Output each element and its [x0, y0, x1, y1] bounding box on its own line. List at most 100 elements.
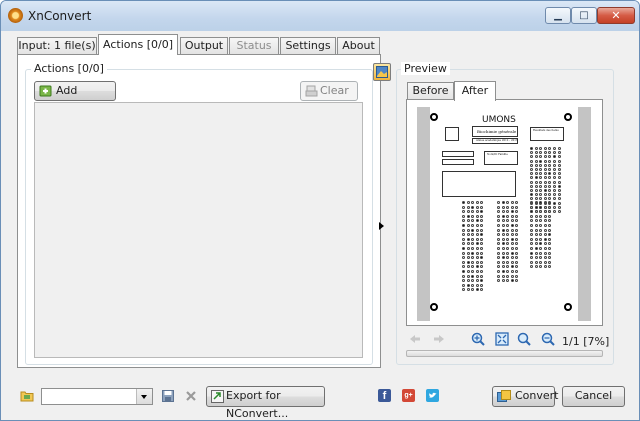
document-bubble	[548, 172, 552, 176]
document-bubble-row	[497, 201, 519, 204]
document-bubble	[539, 242, 543, 246]
document-bubble	[510, 242, 514, 246]
document-bubble	[552, 159, 556, 163]
document-bubble-row	[497, 237, 519, 241]
zoom-in-icon[interactable]	[471, 332, 485, 346]
document-bubble	[548, 159, 552, 163]
document-bubble	[471, 214, 475, 218]
document-bubble-row	[530, 147, 561, 150]
preview-scrollbar[interactable]	[406, 350, 603, 357]
document-bubble	[543, 180, 547, 184]
minimize-button[interactable]: ▁	[545, 7, 571, 24]
document-bubble	[480, 228, 484, 232]
cancel-button[interactable]: Cancel	[562, 386, 625, 407]
document-bubble	[466, 228, 470, 232]
tab-actions[interactable]: Actions [0/0]	[98, 34, 178, 55]
document-bubble	[539, 184, 543, 188]
document-bubble	[501, 219, 505, 223]
document-bubble	[515, 247, 519, 250]
document-bubble	[557, 176, 561, 180]
document-bubble	[462, 242, 465, 246]
document-bubble	[534, 224, 538, 227]
document-checkbox-block	[445, 127, 459, 141]
document-bubble	[534, 159, 538, 163]
document-bubble	[510, 228, 514, 232]
add-action-button[interactable]: Add action>	[34, 81, 116, 115]
document-bubble-row	[462, 219, 484, 223]
document-bubble	[501, 228, 505, 232]
google-plus-icon[interactable]: g+	[402, 389, 415, 402]
twitter-icon[interactable]	[426, 389, 439, 402]
document-bubble	[534, 176, 538, 180]
document-bubble	[471, 201, 475, 204]
document-bubble	[475, 288, 479, 292]
document-bubble	[530, 159, 533, 163]
document-bubble	[515, 260, 519, 264]
chevron-down-icon[interactable]	[136, 389, 152, 404]
document-bubble	[530, 189, 533, 192]
back-arrow-icon[interactable]	[409, 334, 421, 344]
save-preset-icon[interactable]	[162, 390, 174, 402]
document-bubble	[471, 279, 475, 283]
tab-output[interactable]: Output	[180, 37, 228, 54]
export-nconvert-button[interactable]: Export for NConvert...	[206, 386, 325, 420]
preview-toggle-button[interactable]	[373, 63, 391, 81]
document-bubble	[548, 180, 552, 184]
close-button[interactable]: ✕	[597, 7, 635, 24]
document-bubble	[462, 237, 465, 241]
document-bubble	[475, 251, 479, 255]
actions-list[interactable]	[34, 102, 363, 358]
document-bubble	[462, 270, 465, 273]
document-bubble	[530, 224, 533, 227]
document-bubble	[462, 256, 465, 260]
maximize-button[interactable]: □	[571, 7, 597, 24]
document-version-box: Résultats des items	[530, 127, 564, 141]
open-folder-icon[interactable]	[20, 389, 35, 403]
convert-button[interactable]: Convert	[492, 386, 559, 407]
forward-arrow-icon[interactable]	[433, 334, 445, 344]
document-bubble	[552, 189, 556, 192]
document-bubble	[475, 270, 479, 273]
clear-all-button[interactable]: Clear all	[300, 81, 358, 115]
actions-group-title: Actions [0/0]	[31, 62, 107, 75]
document-bubble	[497, 224, 500, 227]
tab-input[interactable]: Input: 1 file(s)	[17, 37, 97, 54]
document-bubble	[552, 155, 556, 159]
title-bar[interactable]: XnConvert ▁ □ ✕	[1, 1, 639, 31]
facebook-icon[interactable]: f	[378, 389, 391, 402]
document-bubble	[557, 201, 561, 205]
zoom-out-icon[interactable]	[541, 332, 555, 346]
document-bubble	[462, 288, 465, 292]
document-bubble	[471, 210, 475, 214]
zoom-icon[interactable]	[517, 332, 531, 346]
document-bubble-row	[530, 193, 561, 197]
document-bubble	[552, 197, 556, 201]
document-bubble	[480, 256, 484, 260]
document-bubble	[534, 184, 538, 188]
document-instructions-box	[442, 171, 516, 197]
document-bubble	[462, 251, 465, 255]
document-bubble	[480, 288, 484, 292]
export-icon	[211, 390, 224, 403]
document-bubble	[501, 256, 505, 260]
document-bubble	[506, 242, 510, 246]
document-bubble	[543, 237, 547, 241]
document-bubble	[548, 189, 552, 192]
convert-label: Convert	[515, 389, 559, 402]
fit-icon[interactable]	[495, 332, 509, 346]
document-bubble	[501, 214, 505, 218]
document-bubble	[462, 279, 465, 283]
document-bubble	[539, 251, 543, 255]
preview-tab-after[interactable]: After	[454, 81, 496, 101]
tab-settings[interactable]: Settings	[280, 37, 336, 54]
preset-select[interactable]	[41, 388, 153, 405]
document-bubble	[480, 242, 484, 246]
document-bubble-row	[497, 247, 519, 250]
document-bubble	[462, 214, 465, 218]
preview-tab-before[interactable]: Before	[407, 82, 454, 100]
delete-preset-icon[interactable]	[185, 390, 197, 402]
document-bubble	[530, 180, 533, 184]
tab-about[interactable]: About	[337, 37, 380, 54]
panel-collapse-arrow-icon[interactable]	[379, 222, 384, 230]
document-bubble	[552, 151, 556, 155]
